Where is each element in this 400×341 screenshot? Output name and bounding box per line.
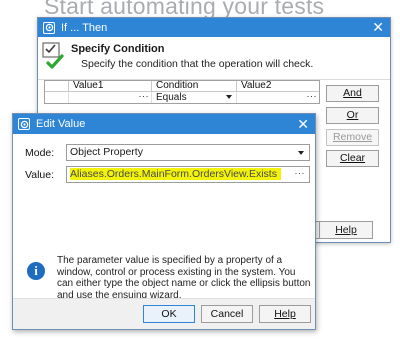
grid-header-value1: Value1 — [69, 81, 152, 91]
grid-cell-value1[interactable]: ··· — [69, 91, 152, 103]
and-button[interactable]: And — [326, 85, 379, 102]
edit-value-titlebar: Edit Value ✕ — [13, 114, 315, 134]
header-subtitle: Specify the condition that the operation… — [81, 58, 314, 70]
app-icon — [43, 21, 55, 34]
chevron-down-icon[interactable] — [226, 95, 232, 99]
value-text: Aliases.Orders.MainForm.OrdersView.Exist… — [70, 168, 281, 180]
value1-ellipsis-button[interactable]: ··· — [139, 91, 150, 102]
if-then-titlebar: If ... Then ✕ — [38, 18, 390, 37]
dialog-footer: OK Cancel Help — [13, 298, 315, 329]
app-icon — [18, 118, 30, 130]
help-label: Help — [274, 308, 296, 320]
close-icon[interactable]: ✕ — [372, 19, 384, 35]
grid-row-indicator — [45, 92, 69, 103]
info-text: The parameter value is specified by a pr… — [57, 255, 311, 301]
edit-value-title: Edit Value — [36, 118, 86, 130]
mode-select[interactable]: Object Property — [66, 144, 310, 161]
value2-ellipsis-button[interactable]: ··· — [307, 91, 318, 102]
outer-help-button[interactable]: Help — [319, 221, 373, 239]
if-then-title: If ... Then — [61, 21, 108, 34]
header-title: Specify Condition — [71, 43, 165, 55]
close-icon[interactable]: ✕ — [297, 116, 309, 132]
grid-row: ··· Equals ··· — [45, 91, 319, 103]
clear-button[interactable]: Clear — [326, 150, 379, 167]
condition-header: Specify Condition Specify the condition … — [38, 37, 390, 80]
value-ellipsis-button[interactable]: ··· — [295, 167, 306, 181]
checklist-icon — [42, 42, 64, 69]
grid-header-indicator — [45, 81, 69, 91]
cancel-button[interactable]: Cancel — [201, 305, 253, 323]
grid-header-condition: Condition — [152, 81, 237, 91]
chevron-down-icon[interactable] — [298, 151, 304, 155]
remove-button[interactable]: Remove — [326, 129, 379, 146]
grid-cell-condition[interactable]: Equals — [152, 92, 237, 103]
mode-label: Mode: — [25, 147, 55, 159]
grid-cell-value2[interactable]: ··· — [237, 91, 319, 103]
grid-header: Value1 Condition Value2 — [45, 81, 319, 92]
mode-value: Object Property — [70, 146, 143, 158]
value-label: Value: — [25, 169, 54, 181]
info-panel: i The parameter value is specified by a … — [13, 252, 315, 301]
condition-value: Equals — [156, 92, 187, 103]
condition-grid: Value1 Condition Value2 ··· Equals ··· — [44, 80, 320, 104]
grid-header-value2: Value2 — [241, 80, 272, 91]
edit-value-dialog: Edit Value ✕ Mode: Object Property Value… — [12, 113, 316, 330]
ok-button[interactable]: OK — [143, 305, 195, 323]
help-button[interactable]: Help — [259, 305, 311, 323]
info-icon: i — [27, 262, 45, 280]
value-field[interactable]: Aliases.Orders.MainForm.OrdersView.Exist… — [66, 166, 310, 183]
outer-help-label: Help — [335, 224, 357, 236]
or-button[interactable]: Or — [326, 107, 379, 124]
